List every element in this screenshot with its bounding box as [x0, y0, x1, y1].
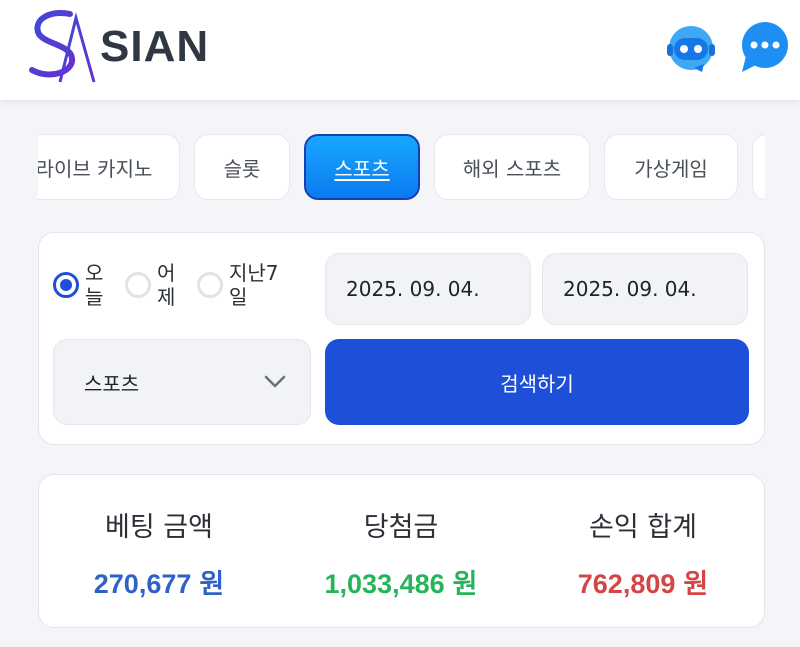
- tab-more[interactable]: [752, 134, 765, 200]
- category-select[interactable]: 스포츠: [53, 339, 311, 425]
- bet-amount-value: 270,677: [93, 569, 192, 599]
- profit-total-label: 손익 합계: [589, 512, 697, 543]
- profit-total-value: 762,809: [577, 569, 676, 599]
- brand-name: SIAN: [100, 22, 210, 71]
- tab-slot[interactable]: 슬롯: [194, 134, 290, 200]
- win-amount-value-line: 1,033,486 원: [281, 562, 521, 601]
- bet-amount-value-line: 270,677 원: [39, 562, 279, 601]
- game-category-tabs: 라이브 카지노 슬롯 스포츠 해외 스포츠 가상게임: [38, 132, 765, 206]
- win-amount-stat: 당첨금 1,033,486 원: [281, 505, 521, 601]
- summary-panel: 베팅 금액 270,677 원 당첨금 1,033,486 원 손익 합계 762,…: [38, 474, 765, 628]
- currency-unit: 원: [452, 569, 478, 599]
- bet-amount-label: 베팅 금액: [105, 512, 213, 543]
- currency-unit: 원: [683, 569, 709, 599]
- bet-amount-stat: 베팅 금액 270,677 원: [39, 505, 279, 601]
- category-select-value: 스포츠: [84, 371, 140, 396]
- currency-unit: 원: [199, 569, 225, 599]
- search-button[interactable]: 검색하기: [325, 339, 749, 425]
- chat-bubble-icon[interactable]: [738, 20, 792, 74]
- tab-sports[interactable]: 스포츠: [304, 134, 420, 200]
- top-header: SIAN: [0, 0, 800, 100]
- radio-label: 오늘: [85, 261, 104, 309]
- radio-label: 어제: [157, 261, 176, 309]
- radio-circle[interactable]: [197, 272, 223, 298]
- profit-total-stat: 손익 합계 762,809 원: [523, 505, 763, 601]
- profit-total-value-line: 762,809 원: [523, 562, 763, 601]
- radio-circle[interactable]: [125, 272, 151, 298]
- period-radio-group: 오늘 어제 지난7일: [53, 261, 301, 309]
- radio-last-7-days[interactable]: 지난7일: [197, 261, 287, 309]
- chevron-down-icon: [264, 375, 286, 388]
- radio-circle[interactable]: [53, 272, 79, 298]
- filter-panel: 오늘 어제 지난7일 2025. 09. 04. 2025. 09. 04. 스…: [38, 232, 765, 445]
- start-date-field[interactable]: 2025. 09. 04.: [325, 253, 531, 325]
- tab-overseas-sports[interactable]: 해외 스포츠: [434, 134, 590, 200]
- sian-logo[interactable]: [24, 8, 104, 88]
- radio-today[interactable]: 오늘: [53, 261, 111, 309]
- tab-virtual-games[interactable]: 가상게임: [604, 134, 738, 200]
- win-amount-label: 당첨금: [363, 512, 439, 543]
- win-amount-value: 1,033,486: [324, 569, 445, 599]
- bot-icon[interactable]: [664, 20, 718, 74]
- end-date-field[interactable]: 2025. 09. 04.: [542, 253, 748, 325]
- radio-yesterday[interactable]: 어제: [125, 261, 183, 309]
- tab-live-casino[interactable]: 라이브 카지노: [38, 134, 180, 200]
- radio-label: 지난7일: [229, 261, 279, 309]
